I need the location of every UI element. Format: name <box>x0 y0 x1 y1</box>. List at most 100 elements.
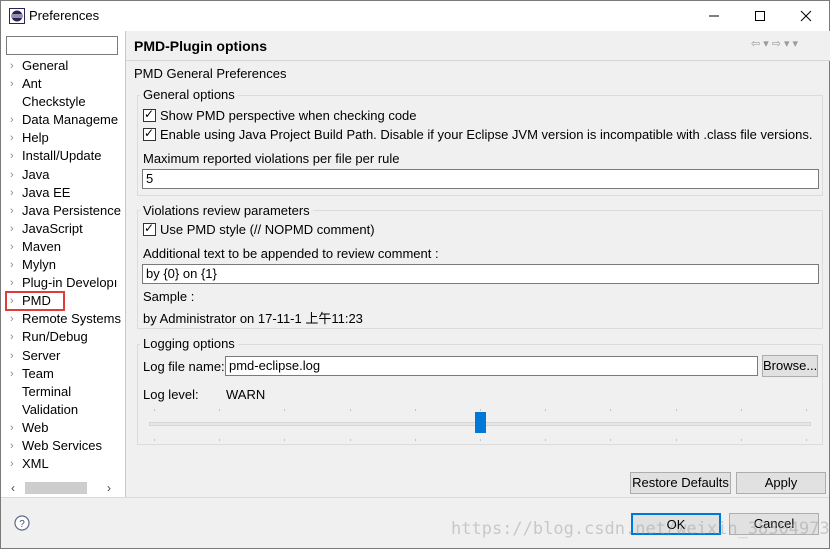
window-title: Preferences <box>29 8 100 23</box>
slider-tick <box>415 439 416 441</box>
tree-item[interactable]: Checkstyle <box>1 93 125 111</box>
expand-chevron-icon[interactable]: › <box>10 166 20 184</box>
expand-chevron-icon[interactable]: › <box>10 328 20 346</box>
expand-chevron-icon[interactable]: › <box>10 220 20 238</box>
view-menu-icon[interactable]: ▾ <box>793 38 802 50</box>
forward-menu-icon[interactable]: ▾ <box>784 38 793 50</box>
expand-chevron-icon[interactable]: › <box>10 274 20 292</box>
tree-horizontal-scrollbar[interactable]: ‹ › <box>5 480 119 496</box>
expand-chevron-icon[interactable]: › <box>10 437 20 455</box>
scroll-thumb[interactable] <box>25 482 87 494</box>
expand-chevron-icon[interactable]: › <box>10 147 20 165</box>
tree-item[interactable]: › PMD <box>1 291 125 312</box>
restore-defaults-button[interactable]: Restore Defaults <box>630 472 731 494</box>
tree-item[interactable]: › Java <box>1 166 125 184</box>
slider-tick <box>284 409 285 411</box>
show-perspective-option[interactable]: ✓ Show PMD perspective when checking cod… <box>143 107 417 123</box>
expand-chevron-icon[interactable]: › <box>10 129 20 147</box>
tree-item[interactable]: › Team <box>1 365 125 383</box>
minimize-icon <box>709 15 719 17</box>
tree-item[interactable]: › Maven <box>1 238 125 256</box>
show-perspective-checkbox[interactable]: ✓ <box>143 107 156 122</box>
tree-item[interactable]: › Ant <box>1 75 125 93</box>
slider-tick <box>219 439 220 441</box>
filter-input[interactable] <box>6 36 118 55</box>
show-perspective-label: Show PMD perspective when checking code <box>160 108 417 123</box>
slider-tick <box>154 439 155 441</box>
scroll-left-icon[interactable]: ‹ <box>5 480 21 496</box>
eclipse-app-icon <box>9 8 25 24</box>
expand-chevron-icon[interactable]: › <box>10 202 20 220</box>
slider-tick <box>350 439 351 441</box>
log-level-slider-thumb[interactable] <box>475 412 486 433</box>
browse-button[interactable]: Browse... <box>762 355 818 377</box>
tree-item[interactable]: › Run/Debug <box>1 328 125 346</box>
expand-chevron-icon[interactable]: › <box>10 184 20 202</box>
logging-group-title: Logging options <box>140 336 238 351</box>
tree-item[interactable]: › Web <box>1 419 125 437</box>
tree-item-label: General <box>22 58 69 73</box>
tree-item[interactable]: › Mylyn <box>1 256 125 274</box>
expand-chevron-icon[interactable]: › <box>10 365 20 383</box>
tree-item[interactable]: › Server <box>1 347 125 365</box>
forward-arrow-icon[interactable]: ⇨ <box>772 38 784 50</box>
expand-chevron-icon[interactable]: › <box>10 238 20 256</box>
expand-chevron-icon[interactable]: › <box>10 455 20 473</box>
tree-item[interactable]: › Java Persistence <box>1 202 125 220</box>
tree-item[interactable]: › Install/Update <box>1 147 125 165</box>
build-path-label: Enable using Java Project Build Path. Di… <box>160 127 813 142</box>
expand-chevron-icon[interactable]: › <box>10 347 20 365</box>
tree-item-label: Java <box>22 166 50 182</box>
max-violations-field[interactable]: 5 <box>142 169 819 189</box>
help-icon[interactable]: ? <box>14 515 30 531</box>
log-level-label: Log level: <box>143 387 199 402</box>
expand-chevron-icon[interactable]: › <box>10 256 20 274</box>
additional-text-field[interactable]: by {0} on {1} <box>142 264 819 284</box>
scroll-right-icon[interactable]: › <box>101 480 117 496</box>
slider-tick <box>545 409 546 411</box>
watermark-text: https://blog.csdn.net/weixin_38304973 <box>451 519 830 539</box>
slider-tick <box>741 439 742 441</box>
slider-tick <box>610 439 611 441</box>
tree-item[interactable]: › Java EE <box>1 184 125 202</box>
expand-chevron-icon[interactable]: › <box>10 57 20 75</box>
tree-item-label: Validation <box>22 401 79 417</box>
slider-tick <box>480 439 481 441</box>
slider-tick <box>676 439 677 441</box>
tree-item-label: Terminal <box>22 383 72 399</box>
history-nav[interactable]: ⇦▾⇨▾▾ <box>751 37 801 50</box>
expand-chevron-icon[interactable]: › <box>10 111 20 129</box>
slider-tick <box>676 409 677 411</box>
checkmark-icon: ✓ <box>144 126 155 140</box>
expand-chevron-icon[interactable]: › <box>10 292 20 310</box>
build-path-checkbox[interactable]: ✓ <box>143 126 156 141</box>
build-path-option[interactable]: ✓ Enable using Java Project Build Path. … <box>143 126 813 142</box>
use-pmd-style-option[interactable]: ✓ Use PMD style (// NOPMD comment) <box>143 221 375 237</box>
back-arrow-icon[interactable]: ⇦ <box>751 38 763 50</box>
minimize-button[interactable] <box>691 1 737 31</box>
expand-chevron-icon[interactable]: › <box>10 419 20 437</box>
tree-item[interactable]: Validation <box>1 401 125 419</box>
expand-chevron-icon[interactable]: › <box>10 75 20 93</box>
tree-item[interactable]: › Web Services <box>1 437 125 455</box>
tree-item[interactable]: › Remote Systems <box>1 310 125 328</box>
svg-text:?: ? <box>19 519 25 530</box>
page-title: PMD-Plugin options <box>134 38 267 54</box>
tree-item[interactable]: › JavaScript <box>1 220 125 238</box>
tree-item[interactable]: › Plug-in Developı <box>1 274 125 292</box>
tree-item[interactable]: › Data Manageme <box>1 111 125 129</box>
close-button[interactable] <box>783 1 829 31</box>
tree-item[interactable]: › XML <box>1 455 125 473</box>
tree-item-label: XML <box>22 456 49 472</box>
maximize-button[interactable] <box>737 1 783 31</box>
tree-item[interactable]: › General <box>1 57 125 75</box>
tree-item[interactable]: Terminal <box>1 383 125 401</box>
panel-divider[interactable] <box>125 31 126 497</box>
checkmark-icon: ✓ <box>144 221 155 235</box>
use-pmd-style-checkbox[interactable]: ✓ <box>143 221 156 236</box>
log-file-name-field[interactable]: pmd-eclipse.log <box>225 356 758 376</box>
apply-button[interactable]: Apply <box>736 472 826 494</box>
back-menu-icon[interactable]: ▾ <box>763 38 772 50</box>
tree-item[interactable]: › Help <box>1 129 125 147</box>
expand-chevron-icon[interactable]: › <box>10 310 20 328</box>
